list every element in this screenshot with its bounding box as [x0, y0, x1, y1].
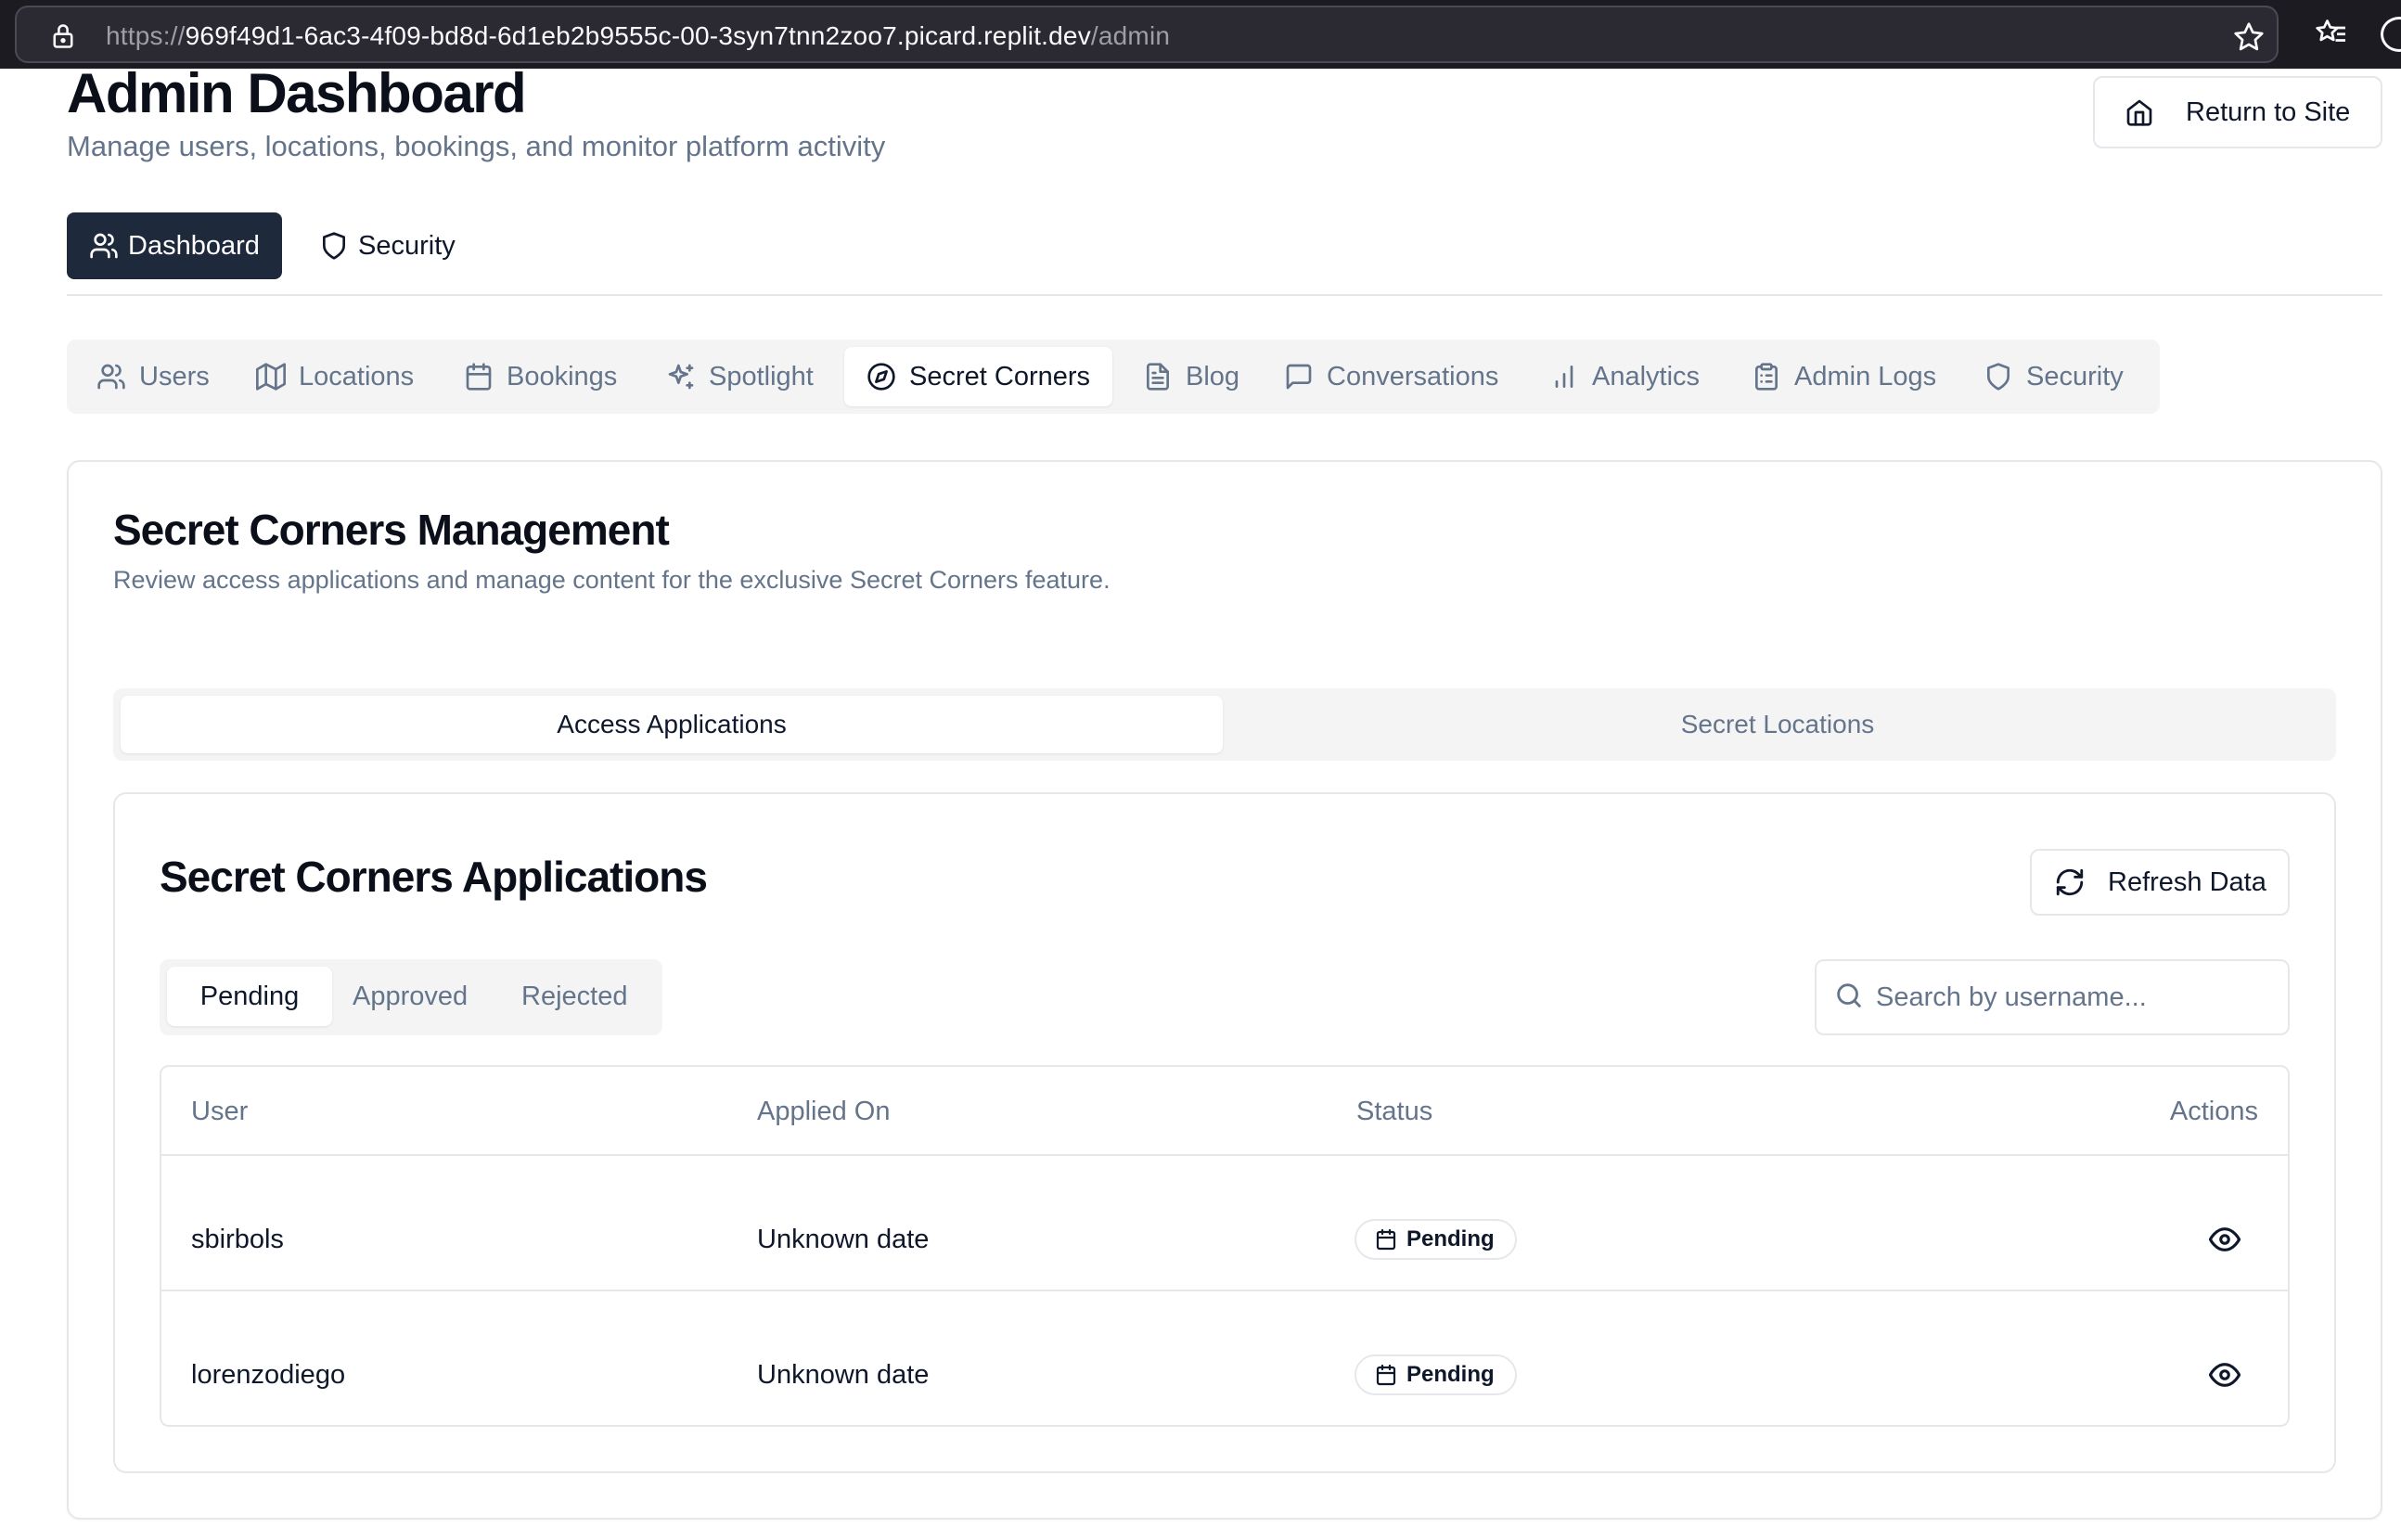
return-to-site-label: Return to Site [2186, 96, 2351, 127]
user-cell: sbirbols [191, 1225, 284, 1254]
tab-dashboard-label: Dashboard [128, 230, 260, 261]
tab-users-label: Users [139, 361, 210, 391]
eye-icon [2209, 1363, 2241, 1387]
row-divider [161, 1290, 2288, 1291]
column-header-actions: Actions [2169, 1097, 2258, 1126]
page-title: Admin Dashboard [67, 62, 527, 124]
tab-secret-locations[interactable]: Secret Locations [1226, 696, 2329, 753]
address-bar[interactable]: https://969f49d1-6ac3-4f09-bd8d-6d1eb2b9… [15, 6, 2279, 63]
view-application-button[interactable] [2204, 1219, 2245, 1260]
page-subtitle: Manage users, locations, bookings, and m… [67, 130, 886, 162]
bookmarks-icon[interactable] [2314, 17, 2349, 50]
header-divider [67, 294, 2382, 296]
search-input[interactable] [1876, 974, 2266, 1020]
tab-conversations-label: Conversations [1327, 361, 1499, 391]
tab-secret-corners[interactable]: Secret Corners [844, 347, 1113, 406]
tab-pending[interactable]: Pending [167, 967, 332, 1026]
tab-spotlight-label: Spotlight [709, 361, 814, 391]
tab-security-admin[interactable]: Security [1984, 347, 2124, 406]
card-description: Review access applications and manage co… [113, 566, 1111, 594]
clipboard-icon [1755, 363, 1778, 391]
tab-locations-label: Locations [299, 361, 415, 391]
lock-icon[interactable] [50, 22, 76, 50]
map-icon [256, 363, 286, 391]
bar-chart-icon [1555, 366, 1573, 388]
secret-corners-subtabs: Access Applications Secret Locations [113, 688, 2336, 761]
return-to-site-button[interactable]: Return to Site [2093, 76, 2382, 148]
calendar-icon [1376, 1364, 1396, 1386]
shield-icon [323, 232, 345, 260]
tab-admin-logs[interactable]: Admin Logs [1752, 347, 1936, 406]
status-badge-label: Pending [1406, 1362, 1495, 1387]
applications-title: Secret Corners Applications [160, 853, 708, 901]
user-cell: lorenzodiego [191, 1360, 346, 1390]
applications-table: User Applied On Status Actions sbirbols … [160, 1065, 2290, 1427]
tab-admin-logs-label: Admin Logs [1794, 361, 1937, 391]
status-badge: Pending [1355, 1354, 1517, 1395]
card-title: Secret Corners Management [113, 506, 670, 554]
eye-icon [2209, 1227, 2241, 1251]
tab-conversations[interactable]: Conversations [1284, 347, 1498, 406]
status-badge: Pending [1355, 1219, 1517, 1260]
home-icon [2126, 99, 2152, 126]
tab-locations[interactable]: Locations [256, 347, 414, 406]
sparkles-icon [668, 364, 694, 390]
profile-icon[interactable] [2381, 17, 2401, 52]
status-filter-tabs: Pending Approved Rejected [160, 959, 662, 1035]
tab-bookings-label: Bookings [507, 361, 618, 391]
column-header-user: User [191, 1097, 249, 1126]
tab-analytics-label: Analytics [1592, 361, 1701, 391]
refresh-data-label: Refresh Data [2108, 866, 2266, 897]
view-application-button[interactable] [2204, 1354, 2245, 1395]
column-header-status: Status [1356, 1097, 1433, 1126]
shield-icon [1987, 363, 2009, 391]
status-badge-label: Pending [1406, 1226, 1495, 1251]
compass-icon [867, 363, 895, 391]
refresh-icon [2056, 868, 2084, 896]
message-square-icon [1286, 364, 1312, 390]
tab-dashboard[interactable]: Dashboard [67, 212, 282, 279]
tab-bookings[interactable]: Bookings [464, 347, 617, 406]
file-text-icon [1147, 363, 1169, 391]
tab-analytics[interactable]: Analytics [1549, 347, 1700, 406]
tab-blog[interactable]: Blog [1143, 347, 1239, 406]
tab-approved[interactable]: Approved [353, 967, 468, 1026]
tab-rejected[interactable]: Rejected [521, 967, 627, 1026]
refresh-data-button[interactable]: Refresh Data [2030, 849, 2290, 916]
calendar-icon [1376, 1228, 1396, 1251]
tab-security-admin-label: Security [2026, 361, 2124, 391]
tab-spotlight[interactable]: Spotlight [666, 347, 814, 406]
star-icon[interactable] [2232, 20, 2266, 54]
tab-access-applications[interactable]: Access Applications [121, 696, 1223, 753]
tab-users[interactable]: Users [96, 347, 210, 406]
browser-toolbar: https://969f49d1-6ac3-4f09-bd8d-6d1eb2b9… [0, 0, 2401, 69]
search-icon [1837, 983, 1861, 1007]
header-row-divider [161, 1154, 2288, 1156]
tab-security[interactable]: Security [315, 212, 482, 279]
url-text: https://969f49d1-6ac3-4f09-bd8d-6d1eb2b9… [106, 21, 1171, 50]
users-icon [90, 233, 118, 259]
admin-section-tabs: Users Locations Bookings Spotlight Secre… [67, 340, 2160, 414]
tab-secret-corners-label: Secret Corners [909, 361, 1091, 391]
applied-on-cell: Unknown date [757, 1360, 930, 1390]
users-icon [97, 364, 125, 390]
search-field [1815, 959, 2290, 1035]
column-header-applied-on: Applied On [757, 1097, 891, 1126]
tab-security-label: Security [358, 230, 456, 261]
applied-on-cell: Unknown date [757, 1225, 930, 1254]
tab-blog-label: Blog [1186, 361, 1240, 391]
calendar-icon [466, 363, 492, 391]
